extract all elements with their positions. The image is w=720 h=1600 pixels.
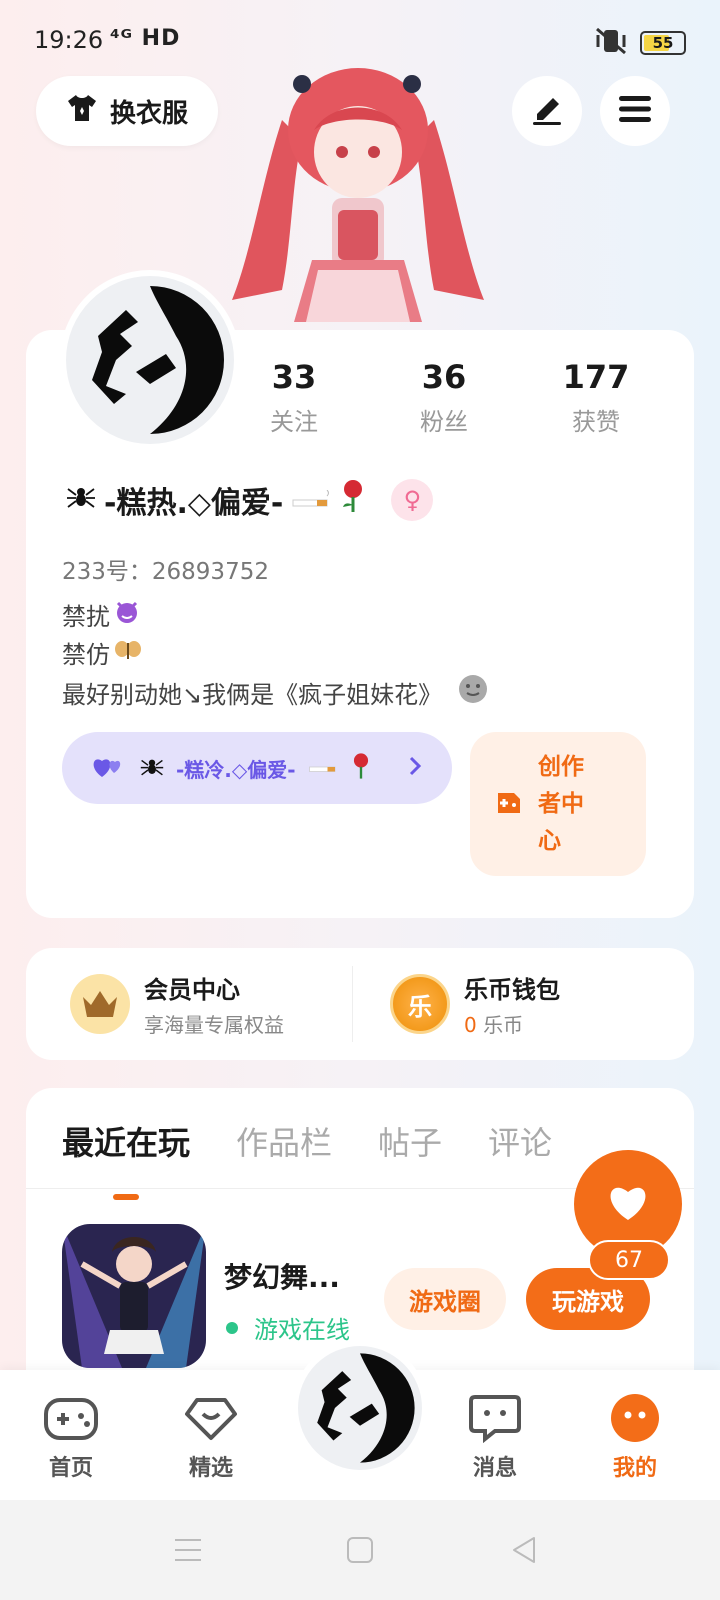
battery-icon: 55	[640, 31, 686, 55]
spider-icon	[140, 754, 164, 783]
bio-line: 最好别动她↘我俩是《疯子姐妹花》	[62, 674, 488, 715]
creator-center-button[interactable]: 创作者中心	[470, 732, 646, 876]
coin-wallet-button[interactable]: 乐 乐币钱包 0 乐币	[390, 948, 560, 1060]
spider-icon	[66, 481, 96, 519]
member-center-title: 会员中心	[144, 976, 240, 1004]
menu-icon	[618, 94, 652, 128]
bottom-nav: 首页 精选 消息 我的	[0, 1340, 720, 1500]
profile-bio: 禁扰 禁仿 最好别动她↘我俩是《疯子姐妹花》	[62, 598, 488, 715]
female-gender-icon: ♀	[391, 479, 434, 521]
cigarette-icon	[308, 756, 338, 780]
bio-line-2: 禁仿	[62, 641, 110, 669]
edit-button[interactable]	[512, 76, 582, 146]
nav-me-label: 我的	[612, 1456, 657, 1481]
coin-icon: 乐	[390, 974, 450, 1034]
chevron-right-icon	[408, 755, 422, 782]
stat-likes-label: 获赞	[572, 408, 620, 436]
rose-icon	[350, 752, 372, 785]
game-status-text: 游戏在线	[254, 1316, 350, 1344]
battery-level: 55	[652, 34, 674, 52]
coin-amount: 0	[464, 1013, 477, 1037]
heart-icon	[606, 1182, 650, 1226]
bio-line: 禁仿	[62, 636, 488, 674]
mute-vibrate-icon	[594, 26, 628, 60]
online-dot-icon	[226, 1321, 238, 1334]
nav-messages-label: 消息	[472, 1456, 517, 1481]
nav-home-label: 首页	[48, 1456, 93, 1481]
nav-featured-label: 精选	[188, 1456, 233, 1481]
nav-home[interactable]: 首页	[26, 1390, 116, 1482]
pen-icon	[529, 92, 565, 130]
rose-icon	[339, 479, 367, 521]
bio-line-1: 禁扰	[62, 603, 110, 631]
change-outfit-button[interactable]: 换衣服	[36, 76, 218, 146]
devil-emoji-icon	[114, 598, 140, 636]
nav-me[interactable]: 我的	[590, 1390, 680, 1482]
stat-following-label: 关注	[270, 408, 318, 436]
coin-wallet-title: 乐币钱包	[464, 976, 560, 1004]
game-plus-icon	[494, 787, 524, 821]
tshirt-icon	[66, 93, 98, 130]
like-count: 67	[588, 1240, 670, 1280]
creator-center-label: 创作者中心	[538, 753, 584, 854]
home-icon[interactable]	[340, 1530, 380, 1570]
user-id: 233号：26893752	[62, 559, 269, 585]
game-name: 梦幻舞...	[224, 1261, 340, 1294]
bio-line-3: 最好别动她↘我俩是《疯子姐妹花》	[62, 680, 443, 709]
tab-bar: 最近在玩 作品栏 帖子 评论	[62, 1118, 552, 1164]
chat-icon	[450, 1390, 540, 1446]
wallet-card: 会员中心 享海量专属权益 乐 乐币钱包 0 乐币	[26, 948, 694, 1060]
game-online-status: 游戏在线	[226, 1310, 350, 1345]
network-indicator: ⁴ᴳ HD	[110, 26, 181, 51]
stat-likes-value: 177	[562, 358, 630, 396]
member-center-button[interactable]: 会员中心 享海量专属权益	[70, 948, 284, 1060]
tab-works[interactable]: 作品栏	[236, 1118, 332, 1164]
game-thumbnail[interactable]	[62, 1224, 206, 1368]
system-nav-bar	[0, 1500, 720, 1600]
cp-name: -糕冷.◇偏爱-	[176, 757, 296, 782]
butterfly-icon	[114, 636, 142, 674]
character-avatar-figure[interactable]	[222, 60, 494, 330]
crown-icon	[70, 974, 130, 1034]
back-icon[interactable]	[504, 1530, 544, 1570]
stat-followers[interactable]: 36 粉丝	[384, 358, 504, 437]
tab-recently-played[interactable]: 最近在玩	[62, 1118, 190, 1164]
bio-line: 禁扰	[62, 598, 488, 636]
recents-icon[interactable]	[168, 1530, 208, 1570]
double-heart-icon	[92, 753, 128, 784]
change-outfit-label: 换衣服	[109, 98, 188, 129]
stat-followers-value: 36	[421, 358, 467, 396]
cp-relationship-button[interactable]: -糕冷.◇偏爱-	[62, 732, 452, 804]
heart-badge-icon	[166, 1390, 256, 1446]
status-right: 55	[594, 26, 686, 60]
stat-following[interactable]: 33 关注	[234, 358, 354, 437]
status-time: 19:26	[34, 26, 104, 54]
stat-following-value: 33	[271, 358, 317, 396]
nav-messages[interactable]: 消息	[450, 1390, 540, 1482]
coin-balance: 0 乐币	[464, 1009, 560, 1038]
menu-button[interactable]	[600, 76, 670, 146]
stat-followers-label: 粉丝	[420, 408, 468, 436]
coin-unit: 乐币	[483, 1013, 524, 1037]
cigarette-icon	[291, 483, 331, 518]
divider	[352, 966, 353, 1042]
nav-featured[interactable]: 精选	[166, 1390, 256, 1482]
tab-posts[interactable]: 帖子	[378, 1118, 442, 1164]
profile-avatar[interactable]	[60, 270, 240, 450]
face-emoji-icon	[458, 674, 488, 715]
member-center-subtitle: 享海量专属权益	[144, 1013, 284, 1037]
profile-nickname: -糕热.◇偏爱- ♀	[66, 478, 434, 522]
nickname-text: -糕热.◇偏爱-	[104, 486, 284, 521]
game-circle-button[interactable]: 游戏圈	[384, 1268, 506, 1330]
gamepad-icon	[26, 1390, 116, 1446]
stat-likes[interactable]: 177 获赞	[536, 358, 656, 437]
smile-icon	[590, 1390, 680, 1446]
tab-comments[interactable]: 评论	[488, 1118, 552, 1164]
nav-avatar[interactable]	[292, 1340, 428, 1476]
